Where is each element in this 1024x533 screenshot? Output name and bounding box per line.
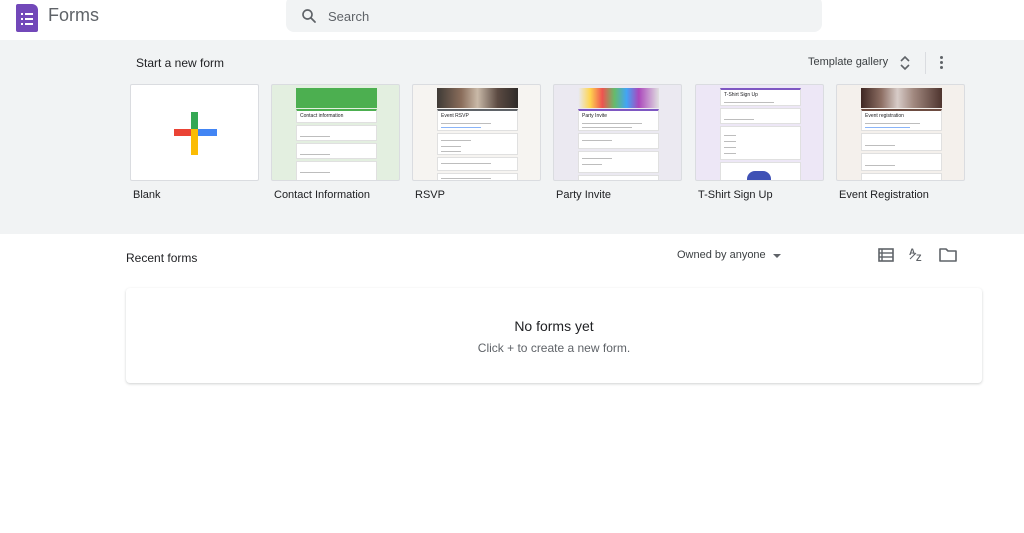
template-label: Contact Information [274, 189, 370, 201]
template-label: Blank [133, 189, 161, 201]
preview-question [861, 133, 942, 151]
recent-forms-title: Recent forms [126, 251, 198, 265]
unfold-more-icon [900, 55, 910, 71]
preview-question [861, 153, 942, 171]
template-thumbnail[interactable]: Event registration [836, 84, 965, 181]
svg-text:Z: Z [916, 253, 922, 263]
template-preview: T-Shirt Sign Up [720, 85, 801, 180]
preview-header-image [578, 88, 659, 108]
template-preview: Event registration [861, 85, 942, 180]
template-party-invite[interactable]: Party Invite Party Invite [553, 84, 682, 222]
start-new-form-section: Start a new form Template gallery Blank [0, 40, 1024, 234]
search-bar[interactable] [286, 0, 822, 32]
preview-question [437, 173, 518, 180]
preview-title-section: Event RSVP [437, 109, 518, 131]
template-preview: Party Invite [578, 85, 659, 180]
divider [925, 52, 926, 74]
app-name[interactable]: Forms [48, 5, 99, 26]
preview-question [720, 162, 801, 180]
owner-filter-dropdown[interactable]: Owned by anyone [670, 245, 790, 267]
preview-header-image [437, 88, 518, 108]
template-rsvp[interactable]: Event RSVP RSVP [412, 84, 541, 222]
template-thumbnail[interactable]: Contact information [271, 84, 400, 181]
preview-question [437, 157, 518, 171]
preview-question [861, 173, 942, 180]
preview-title-section: Party Invite [578, 109, 659, 131]
preview-title-section: Contact information [296, 109, 377, 123]
empty-state-title: No forms yet [514, 318, 594, 334]
section-title: Start a new form [136, 56, 225, 70]
folder-button[interactable] [936, 244, 960, 266]
template-thumbnail[interactable]: T-Shirt Sign Up [695, 84, 824, 181]
template-thumbnail[interactable]: Event RSVP [412, 84, 541, 181]
template-label: Event Registration [839, 189, 929, 201]
preview-question [578, 151, 659, 173]
preview-question [578, 133, 659, 149]
preview-question [578, 175, 659, 180]
template-thumbnail[interactable]: Party Invite [553, 84, 682, 181]
template-blank[interactable]: Blank [130, 84, 259, 222]
search-icon[interactable] [300, 7, 318, 25]
preview-header-image [861, 88, 942, 108]
template-gallery-button[interactable]: Template gallery [800, 50, 918, 76]
svg-text:A: A [909, 247, 916, 257]
list-view-button[interactable] [874, 244, 898, 266]
preview-title-section: T-Shirt Sign Up [720, 88, 801, 106]
preview-question [720, 126, 801, 160]
preview-question [720, 108, 801, 124]
empty-state-card: No forms yet Click + to create a new for… [126, 288, 982, 383]
sort-button[interactable]: A Z [905, 244, 929, 266]
empty-state-subtitle: Click + to create a new form. [477, 341, 631, 355]
template-tshirt-sign-up[interactable]: T-Shirt Sign Up T-Shirt Sign Up [695, 84, 824, 222]
arrow-drop-down-icon [773, 254, 781, 258]
folder-icon [939, 248, 957, 262]
template-event-registration[interactable]: Event registration Event Registration [836, 84, 965, 222]
sort-az-icon: A Z [909, 247, 922, 263]
preview-question [296, 161, 377, 180]
more-options-button[interactable] [930, 50, 954, 76]
template-preview: Event RSVP [437, 85, 518, 180]
preview-header-image [296, 88, 377, 108]
preview-question [437, 133, 518, 155]
template-preview: Contact information [296, 85, 377, 180]
google-forms-icon[interactable] [16, 4, 38, 32]
preview-question [296, 125, 377, 141]
preview-question [296, 143, 377, 159]
template-gallery-label: Template gallery [808, 56, 889, 68]
preview-title-section: Event registration [861, 109, 942, 131]
search-input[interactable] [328, 7, 798, 25]
template-thumbnail[interactable] [130, 84, 259, 181]
list-view-icon [878, 248, 894, 262]
owner-filter-label: Owned by anyone [677, 249, 766, 261]
top-bar: Forms [0, 0, 1024, 40]
template-label: RSVP [415, 189, 445, 201]
template-label: Party Invite [556, 189, 612, 201]
template-label: T-Shirt Sign Up [698, 189, 773, 201]
template-contact-information[interactable]: Contact information Contact Information [271, 84, 400, 222]
